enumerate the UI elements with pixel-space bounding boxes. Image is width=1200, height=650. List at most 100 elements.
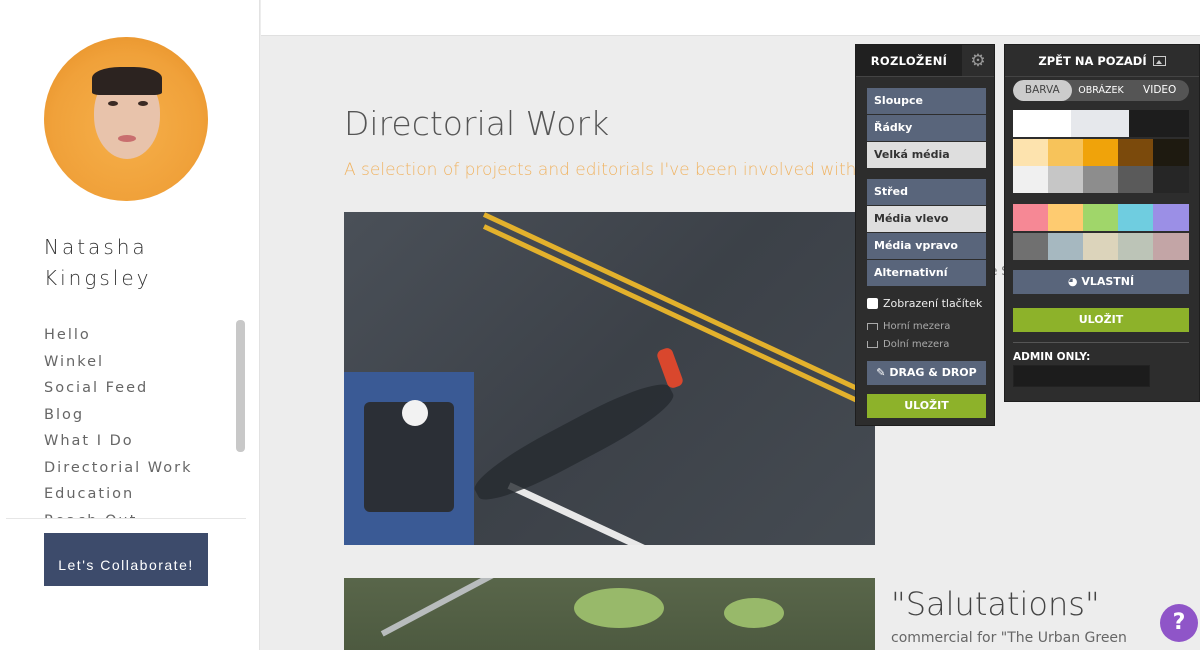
tab-layout[interactable]: ROZLOŽENÍ <box>856 45 962 76</box>
color-swatch[interactable] <box>1083 139 1118 166</box>
sidebar: Natasha Kingsley Hello Winkel Social Fee… <box>0 0 260 650</box>
top-bar <box>261 0 1200 36</box>
nav-item-directorial-work[interactable]: Directorial Work <box>44 455 234 482</box>
photo-pole <box>380 578 508 637</box>
nav-item-social-feed[interactable]: Social Feed <box>44 375 234 402</box>
sidebar-nav: Hello Winkel Social Feed Blog What I Do … <box>44 322 234 518</box>
color-swatch[interactable] <box>1048 139 1083 166</box>
top-margin-label: Horní mezera <box>883 321 951 332</box>
color-swatch[interactable] <box>1013 110 1071 137</box>
color-swatch[interactable] <box>1048 233 1083 260</box>
swatch-row <box>1013 204 1189 231</box>
color-swatch[interactable] <box>1083 204 1118 231</box>
runner <box>655 346 685 390</box>
page-subtitle: A selection of projects and editorials I… <box>344 160 863 180</box>
color-swatch[interactable] <box>1153 139 1189 166</box>
sidebar-scrollbar[interactable] <box>236 320 245 452</box>
tab-image[interactable]: OBRÁZEK <box>1072 80 1131 101</box>
background-panel-header[interactable]: ZPĚT NA POZADÍ <box>1005 45 1199 77</box>
avatar-hair <box>92 67 162 95</box>
avatar-eye <box>138 101 148 106</box>
nav-item-hello[interactable]: Hello <box>44 322 234 349</box>
photo-foliage <box>724 598 784 628</box>
photo-foliage <box>574 588 664 628</box>
profile-name-last: Kingsley <box>44 266 152 290</box>
color-swatch[interactable] <box>1013 139 1048 166</box>
swatch-row <box>1013 110 1189 137</box>
color-swatch[interactable] <box>1153 204 1189 231</box>
layout-save-button[interactable]: ULOŽIT <box>867 394 986 418</box>
custom-color-button[interactable]: ◕ VLASTNÍ <box>1013 270 1189 294</box>
custom-color-label: VLASTNÍ <box>1081 275 1135 288</box>
background-panel: ZPĚT NA POZADÍ BARVA OBRÁZEK VIDEO ◕ VLA… <box>1004 44 1200 402</box>
project-photo-salutations[interactable] <box>344 578 875 650</box>
background-divider <box>1013 342 1189 343</box>
layout-center-button[interactable]: Střed <box>867 179 986 205</box>
top-margin-option[interactable]: Horní mezera <box>867 321 950 332</box>
layout-columns-button[interactable]: Sloupce <box>867 88 986 114</box>
color-swatch[interactable] <box>1071 110 1129 137</box>
color-swatch[interactable] <box>1048 166 1083 193</box>
layout-panel: ROZLOŽENÍ ⚙ Sloupce Řádky Velká média St… <box>855 44 995 426</box>
swatch-row <box>1013 166 1189 193</box>
bottom-margin-option[interactable]: Dolní mezera <box>867 339 949 350</box>
layout-panel-header: ROZLOŽENÍ ⚙ <box>856 45 994 77</box>
show-buttons-checkbox[interactable] <box>867 298 878 309</box>
color-swatch[interactable] <box>1118 204 1153 231</box>
layout-large-media-button[interactable]: Velká média <box>867 142 986 168</box>
admin-only-input[interactable] <box>1013 365 1150 387</box>
color-swatch[interactable] <box>1013 166 1048 193</box>
top-margin-icon <box>867 323 878 330</box>
layout-alternative-button[interactable]: Alternativní <box>867 260 986 286</box>
color-swatch[interactable] <box>1118 166 1153 193</box>
drag-drop-label: DRAG & DROP <box>889 366 977 379</box>
background-panel-title: ZPĚT NA POZADÍ <box>1038 53 1147 68</box>
bottom-margin-icon <box>867 341 878 348</box>
admin-only-label: ADMIN ONLY: <box>1013 351 1091 363</box>
palette-icon: ◕ <box>1067 275 1082 288</box>
pencil-icon: ✎ <box>876 366 890 379</box>
tab-video[interactable]: VIDEO <box>1130 80 1189 101</box>
project-photo-runner[interactable] <box>344 212 875 545</box>
color-swatch[interactable] <box>1013 233 1048 260</box>
color-swatch[interactable] <box>1153 166 1189 193</box>
color-swatch[interactable] <box>1118 233 1153 260</box>
tab-color[interactable]: BARVA <box>1013 80 1072 101</box>
nav-item-winkel[interactable]: Winkel <box>44 349 234 376</box>
color-swatch[interactable] <box>1153 233 1189 260</box>
page-title: Directorial Work <box>344 104 610 143</box>
nav-item-what-i-do[interactable]: What I Do <box>44 428 234 455</box>
nav-item-reach-out[interactable]: Reach Out <box>44 508 234 519</box>
avatar <box>44 37 208 201</box>
camera-vehicle <box>344 372 474 545</box>
layout-type-group: Sloupce Řádky Velká média <box>856 88 986 169</box>
help-button[interactable]: ? <box>1160 604 1198 642</box>
nav-item-education[interactable]: Education <box>44 481 234 508</box>
image-icon <box>1152 55 1166 66</box>
color-swatch[interactable] <box>1118 139 1153 166</box>
background-tabs: BARVA OBRÁZEK VIDEO <box>1013 80 1189 101</box>
color-swatch[interactable] <box>1013 204 1048 231</box>
gear-icon[interactable]: ⚙ <box>962 45 994 76</box>
nav-item-blog[interactable]: Blog <box>44 402 234 429</box>
profile-name-first: Natasha <box>44 235 148 259</box>
color-swatch[interactable] <box>1048 204 1083 231</box>
layout-rows-button[interactable]: Řádky <box>867 115 986 141</box>
show-buttons-toggle[interactable]: Zobrazení tlačítek <box>867 297 982 310</box>
avatar-lips <box>118 135 136 142</box>
helmet <box>402 400 428 426</box>
show-buttons-label: Zobrazení tlačítek <box>883 297 983 310</box>
layout-media-right-button[interactable]: Média vpravo <box>867 233 986 259</box>
sidebar-divider <box>6 518 246 519</box>
background-save-button[interactable]: ULOŽIT <box>1013 308 1189 332</box>
runner-shadow <box>467 372 681 512</box>
card2-title: "Salutations" <box>891 585 1100 623</box>
bottom-margin-label: Dolní mezera <box>883 339 950 350</box>
profile-name: Natasha Kingsley <box>44 232 151 294</box>
color-swatch[interactable] <box>1083 233 1118 260</box>
color-swatch[interactable] <box>1083 166 1118 193</box>
collaborate-button[interactable]: Let's Collaborate! <box>44 533 208 586</box>
color-swatch[interactable] <box>1129 110 1189 137</box>
drag-drop-button[interactable]: ✎ DRAG & DROP <box>867 361 986 385</box>
layout-media-left-button[interactable]: Média vlevo <box>867 206 986 232</box>
